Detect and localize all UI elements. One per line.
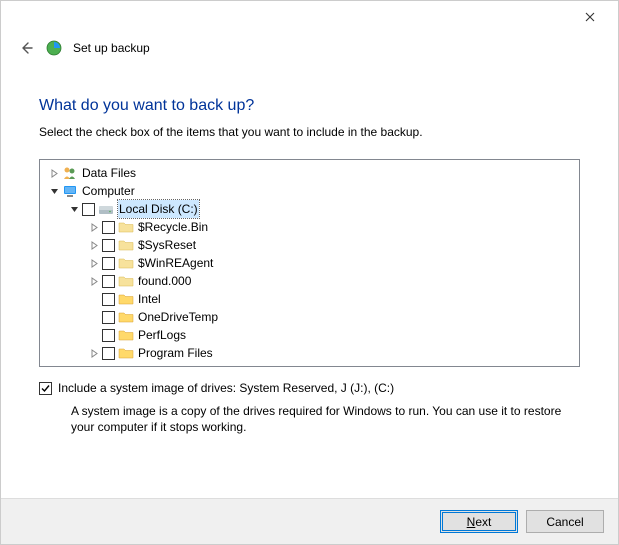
folder-icon xyxy=(118,237,134,253)
collapse-icon[interactable] xyxy=(48,185,60,197)
wizard-icon xyxy=(45,39,63,57)
tree-label: $SysReset xyxy=(138,236,196,254)
folder-icon xyxy=(118,291,134,307)
system-image-label: Include a system image of drives: System… xyxy=(58,381,394,395)
next-rest: ext xyxy=(475,515,491,529)
folder-icon xyxy=(118,327,134,343)
window-title: Set up backup xyxy=(73,41,150,55)
people-icon xyxy=(62,165,78,181)
tree-item-data-files[interactable]: Data Files xyxy=(40,164,579,182)
drive-icon xyxy=(98,201,114,217)
folder-icon xyxy=(118,309,134,325)
tree-item-folder[interactable]: $Recycle.Bin xyxy=(40,218,579,236)
checkbox[interactable] xyxy=(102,347,115,360)
tree-label: Program Files xyxy=(138,344,213,362)
tree-label: Intel xyxy=(138,290,161,308)
close-icon xyxy=(585,12,595,22)
tree-item-folder[interactable]: $WinREAgent xyxy=(40,254,579,272)
next-button[interactable]: Next xyxy=(440,510,518,533)
folder-icon xyxy=(118,219,134,235)
checkbox[interactable] xyxy=(102,293,115,306)
tree-label: $WinREAgent xyxy=(138,254,213,272)
checkbox[interactable] xyxy=(102,239,115,252)
button-bar: Next Cancel xyxy=(1,498,618,544)
folder-icon xyxy=(118,255,134,271)
checkbox[interactable] xyxy=(102,329,115,342)
back-arrow-icon xyxy=(18,40,34,56)
computer-icon xyxy=(62,183,78,199)
expand-icon[interactable] xyxy=(88,239,100,251)
backup-tree[interactable]: Data Files Computer Local Disk (C:) xyxy=(39,159,580,367)
tree-label: Data Files xyxy=(82,164,136,182)
expand-icon[interactable] xyxy=(88,347,100,359)
folder-icon xyxy=(118,345,134,361)
checkbox[interactable] xyxy=(102,311,115,324)
tree-item-folder[interactable]: Program Files xyxy=(40,344,579,362)
checkbox[interactable] xyxy=(82,203,95,216)
tree-item-folder[interactable]: found.000 xyxy=(40,272,579,290)
page-heading: What do you want to back up? xyxy=(39,97,580,115)
expand-icon[interactable] xyxy=(88,275,100,287)
system-image-checkbox[interactable] xyxy=(39,382,52,395)
checkbox[interactable] xyxy=(102,275,115,288)
tree-item-folder[interactable]: $SysReset xyxy=(40,236,579,254)
tree-label: OneDriveTemp xyxy=(138,308,218,326)
cancel-button[interactable]: Cancel xyxy=(526,510,604,533)
back-button[interactable] xyxy=(17,39,35,57)
tree-label: $Recycle.Bin xyxy=(138,218,208,236)
folder-icon xyxy=(118,273,134,289)
tree-label: PerfLogs xyxy=(138,326,186,344)
checkbox[interactable] xyxy=(102,257,115,270)
checkmark-icon xyxy=(40,383,51,394)
expand-icon[interactable] xyxy=(48,167,60,179)
tree-item-folder[interactable]: OneDriveTemp xyxy=(40,308,579,326)
collapse-icon[interactable] xyxy=(68,203,80,215)
close-button[interactable] xyxy=(570,3,610,31)
tree-item-local-disk[interactable]: Local Disk (C:) xyxy=(40,200,579,218)
tree-item-folder[interactable]: Intel xyxy=(40,290,579,308)
checkbox[interactable] xyxy=(102,221,115,234)
expand-icon[interactable] xyxy=(88,221,100,233)
system-image-hint: A system image is a copy of the drives r… xyxy=(71,403,580,435)
instruction-text: Select the check box of the items that y… xyxy=(39,125,580,139)
tree-item-folder[interactable]: PerfLogs xyxy=(40,326,579,344)
tree-label: Computer xyxy=(82,182,135,200)
expand-icon[interactable] xyxy=(88,257,100,269)
tree-label: Local Disk (C:) xyxy=(118,200,199,218)
tree-item-computer[interactable]: Computer xyxy=(40,182,579,200)
tree-label: found.000 xyxy=(138,272,191,290)
